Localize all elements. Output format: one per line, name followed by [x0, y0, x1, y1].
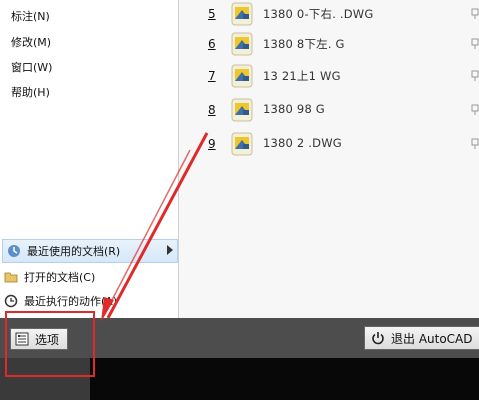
red-arrow-annotation [101, 132, 209, 322]
